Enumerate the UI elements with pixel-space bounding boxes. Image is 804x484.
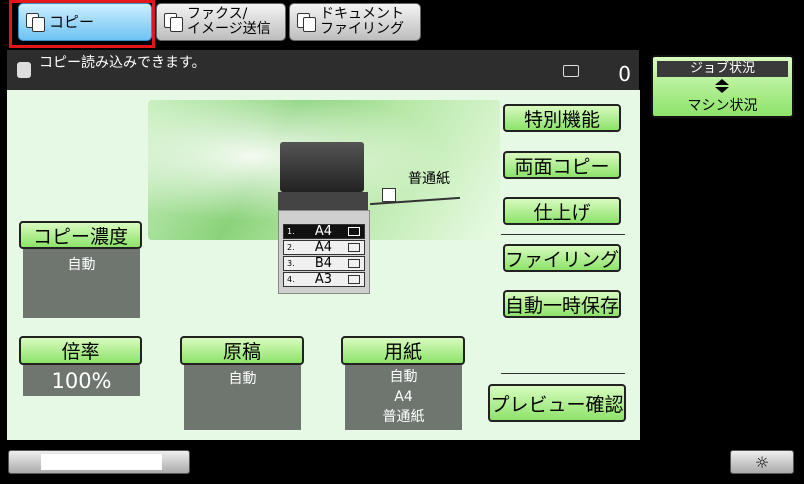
tab-fax-label: ファクス/ イメージ送信 [187,6,271,37]
output-tray [278,192,368,210]
filing-button[interactable]: ファイリング [503,244,621,272]
copy-status-icon [17,62,31,78]
progress-fill [41,454,162,470]
copies-count-icon [563,65,579,77]
two-sided-copy-button[interactable]: 両面コピー [503,151,621,179]
exposure-button[interactable]: コピー濃度 [19,221,142,249]
copies-count: 0 [618,62,631,86]
copy-ratio-button[interactable]: 倍率 [19,336,142,365]
status-bar: コピー読み込みできます。 0 [7,50,639,90]
bypass-paper-label: 普通紙 [408,171,450,187]
paper-value-panel: 自動 A4 普通紙 [345,365,462,430]
paper-icon [348,275,360,284]
paper-select-button[interactable]: 用紙 [341,336,465,365]
tab-filing-label: ドキュメント ファイリング [320,6,404,37]
copy-ratio-value-panel: 100% [23,365,140,396]
tray-1[interactable]: 1. A4 [283,224,365,239]
fax-icon [163,12,183,32]
paper-type-value: 普通紙 [382,409,425,425]
sun-icon: ☼ [754,452,770,472]
brightness-button[interactable]: ☼ [730,450,794,474]
job-status-button[interactable]: ジョブ状況 マシン状況 [651,55,794,118]
document-filing-icon [296,12,316,32]
progress-bar [8,450,190,474]
paper-mode-value: 自動 [389,369,418,385]
tray-3[interactable]: 3. B4 [283,256,365,271]
exposure-value: 自動 [67,257,96,273]
quick-file-button[interactable]: 自動一時保存 [503,290,621,318]
exposure-value-panel: 自動 [23,249,140,318]
scanner-unit [280,142,364,192]
paper-icon [348,259,360,268]
paper-icon [348,227,360,236]
job-status-label: ジョブ状況 [657,61,788,77]
preview-button[interactable]: プレビュー確認 [488,384,626,422]
divider [501,234,625,235]
output-finish-button[interactable]: 仕上げ [503,197,621,225]
copy-ratio-value: 100% [51,369,112,393]
paper-size-value: A4 [394,389,413,405]
machine-illustration[interactable]: 1. A4 2. A4 3. B4 4. A3 [278,140,370,340]
tray-2[interactable]: 2. A4 [283,240,365,255]
selection-highlight [9,0,155,48]
tab-document-filing[interactable]: ドキュメント ファイリング [289,3,421,41]
paper-icon [348,243,360,252]
divider [501,373,625,374]
tray-4[interactable]: 4. A3 [283,272,365,287]
machine-status-label: マシン状況 [687,98,758,114]
original-value: 自動 [228,371,257,387]
bypass-tray-icon[interactable] [382,188,396,202]
tab-fax-image-send[interactable]: ファクス/ イメージ送信 [156,3,286,41]
toggle-arrows-icon [715,79,729,93]
tray-body: 1. A4 2. A4 3. B4 4. A3 [278,210,370,294]
special-modes-button[interactable]: 特別機能 [503,104,621,132]
original-value-panel: 自動 [184,365,301,430]
original-button[interactable]: 原稿 [180,336,304,365]
status-message: コピー読み込みできます。 [39,55,206,71]
